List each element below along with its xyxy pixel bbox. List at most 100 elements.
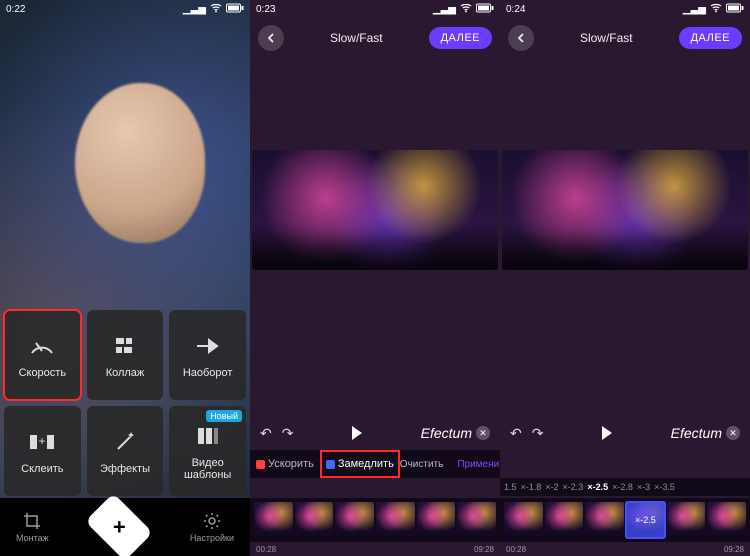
speed-mode-tabs: Ускорить Замедлить Очистить Применить bbox=[250, 450, 500, 478]
next-button[interactable]: ДАЛЕЕ bbox=[429, 27, 492, 49]
undo-button[interactable]: ↶ bbox=[510, 425, 522, 442]
signal-icon: ▁▃▅ bbox=[433, 4, 456, 15]
close-watermark-icon[interactable]: ✕ bbox=[726, 426, 740, 440]
apply-button[interactable]: Применить bbox=[457, 459, 500, 470]
timeline-thumb-selected[interactable] bbox=[626, 502, 665, 538]
gear-icon bbox=[203, 512, 221, 530]
play-button[interactable] bbox=[602, 426, 612, 440]
status-bar: 0:24 ▁▃▅ bbox=[500, 0, 750, 18]
editor-screen-speedtabs: 0:23 ▁▃▅ Slow/Fast ДАЛЕЕ ↶ ↷ Efectum✕ Ус… bbox=[250, 0, 500, 556]
tile-reverse[interactable]: Наоборот bbox=[169, 310, 246, 400]
red-square-icon bbox=[256, 460, 265, 469]
back-button[interactable] bbox=[508, 25, 534, 51]
screen-title: Slow/Fast bbox=[284, 31, 429, 45]
playback-row: ↶ ↷ Efectum✕ bbox=[250, 418, 500, 448]
timeline-thumb[interactable] bbox=[335, 502, 374, 538]
chevron-left-icon bbox=[266, 33, 276, 43]
nav-montage[interactable]: Монтаж bbox=[16, 512, 49, 543]
mul-option[interactable]: ×-3.5 bbox=[654, 482, 675, 492]
top-bar: Slow/Fast ДАЛЕЕ bbox=[250, 18, 500, 58]
speedometer-icon bbox=[27, 331, 57, 361]
signal-icon: ▁▃▅ bbox=[683, 4, 706, 15]
nav-label: Настройки bbox=[190, 533, 234, 543]
plus-icon: + bbox=[113, 514, 126, 540]
timeline-thumb[interactable] bbox=[295, 502, 334, 538]
play-button[interactable] bbox=[352, 426, 362, 440]
tile-templates[interactable]: Новый Видео шаблоны bbox=[169, 406, 246, 496]
tab-speedup[interactable]: Ускорить bbox=[250, 450, 320, 478]
timeline-thumb[interactable] bbox=[417, 502, 456, 538]
status-time: 0:23 bbox=[256, 4, 275, 15]
mul-option-active[interactable]: ×-2.5 bbox=[587, 482, 608, 492]
wifi-icon bbox=[460, 3, 472, 16]
clear-button[interactable]: Очистить bbox=[400, 459, 444, 470]
status-time: 0:24 bbox=[506, 4, 525, 15]
timeline[interactable] bbox=[500, 498, 750, 542]
new-badge: Новый bbox=[206, 410, 242, 422]
crop-icon bbox=[23, 512, 41, 530]
mul-option[interactable]: ×-2 bbox=[545, 482, 558, 492]
battery-icon bbox=[476, 3, 494, 16]
mul-option[interactable]: 1.5 bbox=[504, 482, 517, 492]
top-bar: Slow/Fast ДАЛЕЕ bbox=[500, 18, 750, 58]
timeline-thumb[interactable] bbox=[545, 502, 584, 538]
time-end: 09:28 bbox=[724, 545, 744, 554]
video-preview[interactable] bbox=[252, 150, 498, 270]
redo-button[interactable]: ↷ bbox=[532, 425, 544, 442]
splice-icon: + bbox=[27, 427, 57, 457]
svg-text:+: + bbox=[39, 434, 46, 448]
blue-square-icon bbox=[326, 460, 335, 469]
arrow-right-icon bbox=[193, 331, 223, 361]
timeline-thumb[interactable] bbox=[585, 502, 624, 538]
undo-button[interactable]: ↶ bbox=[260, 425, 272, 442]
signal-icon: ▁▃▅ bbox=[183, 4, 206, 15]
time-start: 00:28 bbox=[506, 545, 526, 554]
create-button[interactable]: + bbox=[85, 493, 153, 556]
tile-label: Эффекты bbox=[100, 463, 150, 475]
time-labels: 00:28 09:28 bbox=[506, 545, 744, 554]
bottom-nav: Монтаж + Настройки bbox=[0, 498, 250, 556]
tab-slowdown[interactable]: Замедлить bbox=[320, 450, 400, 478]
battery-icon bbox=[726, 3, 744, 16]
mul-option[interactable]: ×-3 bbox=[637, 482, 650, 492]
tile-speed[interactable]: Скорость bbox=[4, 310, 81, 400]
collage-icon bbox=[110, 331, 140, 361]
close-watermark-icon[interactable]: ✕ bbox=[476, 426, 490, 440]
action-tiles: Скорость Коллаж Наоборот + Склеить Эффек… bbox=[4, 310, 246, 496]
tile-splice[interactable]: + Склеить bbox=[4, 406, 81, 496]
nav-settings[interactable]: Настройки bbox=[190, 512, 234, 543]
timeline-thumb[interactable] bbox=[667, 502, 706, 538]
redo-button[interactable]: ↷ bbox=[282, 425, 294, 442]
nav-label: Монтаж bbox=[16, 533, 49, 543]
timeline-thumb[interactable] bbox=[254, 502, 293, 538]
back-button[interactable] bbox=[258, 25, 284, 51]
tile-label: Видео шаблоны bbox=[169, 457, 246, 481]
multiplier-row[interactable]: 1.5 ×-1.8 ×-2 ×-2.3 ×-2.5 ×-2.8 ×-3 ×-3.… bbox=[500, 478, 750, 496]
time-end: 09:28 bbox=[474, 545, 494, 554]
tile-effects[interactable]: Эффекты bbox=[87, 406, 164, 496]
tile-label: Наоборот bbox=[183, 367, 233, 379]
tile-collage[interactable]: Коллаж bbox=[87, 310, 164, 400]
home-screen: 0:22 ▁▃▅ Скорость Коллаж bbox=[0, 0, 250, 556]
editor-screen-multipliers: 0:24 ▁▃▅ Slow/Fast ДАЛЕЕ ↶ ↷ Efectum✕ 1.… bbox=[500, 0, 750, 556]
status-bar: 0:23 ▁▃▅ bbox=[250, 0, 500, 18]
mul-option[interactable]: ×-2.8 bbox=[612, 482, 633, 492]
magic-wand-icon bbox=[110, 427, 140, 457]
timeline-thumb[interactable] bbox=[707, 502, 746, 538]
battery-icon bbox=[226, 3, 244, 16]
mul-option[interactable]: ×-1.8 bbox=[521, 482, 542, 492]
screen-title: Slow/Fast bbox=[534, 31, 679, 45]
time-labels: 00:28 09:28 bbox=[256, 545, 494, 554]
tile-label: Склеить bbox=[21, 463, 63, 475]
timeline-thumb[interactable] bbox=[376, 502, 415, 538]
timeline[interactable] bbox=[250, 498, 500, 542]
next-button[interactable]: ДАЛЕЕ bbox=[679, 27, 742, 49]
mul-option[interactable]: ×-2.3 bbox=[563, 482, 584, 492]
video-preview[interactable] bbox=[502, 150, 748, 270]
timeline-thumb[interactable] bbox=[457, 502, 496, 538]
watermark: Efectum✕ bbox=[671, 425, 740, 441]
timeline-thumb[interactable] bbox=[504, 502, 543, 538]
chevron-left-icon bbox=[516, 33, 526, 43]
tile-label: Коллаж bbox=[106, 367, 145, 379]
time-start: 00:28 bbox=[256, 545, 276, 554]
